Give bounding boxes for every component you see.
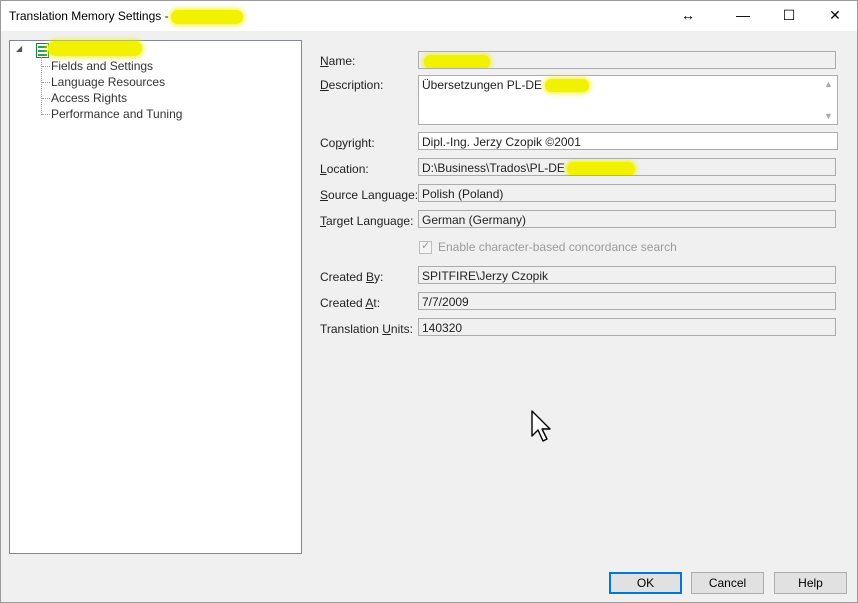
source-language-field[interactable]: Polish (Poland) <box>418 184 836 202</box>
title-bar: Translation Memory Settings - ↔ — ☐ ✕ <box>0 0 858 31</box>
created-by-label: Created By: <box>320 270 384 284</box>
tree-item-performance-and-tuning[interactable]: Performance and Tuning <box>41 106 182 122</box>
concordance-label: Enable character-based concordance searc… <box>438 240 677 254</box>
tree-expander-icon[interactable]: ◢ <box>16 44 22 53</box>
description-text: Übersetzungen PL-DE <box>422 78 546 92</box>
window-title: Translation Memory Settings - <box>9 9 243 24</box>
redaction-highlight <box>424 54 490 68</box>
minimize-button[interactable]: — <box>720 0 766 31</box>
created-by-field[interactable]: SPITFIRE\Jerzy Czopik <box>418 266 836 284</box>
mouse-cursor-icon <box>531 410 551 442</box>
created-at-label: Created At: <box>320 296 381 310</box>
created-at-field[interactable]: 7/7/2009 <box>418 292 836 310</box>
location-label: Location: <box>320 162 369 176</box>
redaction-highlight <box>545 79 590 93</box>
concordance-checkbox[interactable] <box>419 239 432 255</box>
target-language-label: Target Language: <box>320 214 414 228</box>
database-icon <box>36 43 49 58</box>
target-language-field[interactable]: German (Germany) <box>418 210 836 228</box>
description-label: Description: <box>320 78 384 92</box>
ok-button[interactable]: OK <box>609 572 682 594</box>
name-field[interactable] <box>418 51 836 69</box>
tree-item-access-rights[interactable]: Access Rights <box>41 90 127 106</box>
maximize-button[interactable]: ☐ <box>766 0 812 31</box>
concordance-checkbox-row[interactable]: Enable character-based concordance searc… <box>419 239 677 255</box>
tree-item-language-resources[interactable]: Language Resources <box>41 74 165 90</box>
location-field[interactable]: D:\Business\Trados\PL-DE <box>418 158 836 176</box>
scroll-up-icon[interactable]: ▲ <box>824 79 833 89</box>
redaction-highlight <box>48 41 142 56</box>
description-scrollbar[interactable]: ▲ ▼ <box>821 77 836 123</box>
resize-icon[interactable]: ↔ <box>665 0 711 31</box>
scroll-down-icon[interactable]: ▼ <box>824 111 833 121</box>
copyright-label: Copyright: <box>320 136 375 150</box>
name-label: Name: <box>320 54 356 68</box>
help-button[interactable]: Help <box>774 572 847 594</box>
source-language-label: Source Language: <box>320 188 419 202</box>
translation-units-label: Translation Units: <box>320 322 413 336</box>
description-textarea[interactable]: Übersetzungen PL-DE ▲ ▼ <box>418 75 838 125</box>
cancel-button[interactable]: Cancel <box>691 572 764 594</box>
settings-tree[interactable]: ◢ Fields and Settings Language Resources… <box>9 40 302 554</box>
translation-units-field[interactable]: 140320 <box>418 318 836 336</box>
tree-item-fields-and-settings[interactable]: Fields and Settings <box>41 58 153 74</box>
close-button[interactable]: ✕ <box>812 0 858 31</box>
redaction-highlight <box>170 9 243 24</box>
window-title-text: Translation Memory Settings - <box>9 9 169 23</box>
redaction-highlight <box>566 161 635 175</box>
copyright-field[interactable]: Dipl.-Ing. Jerzy Czopik ©2001 <box>418 132 838 150</box>
